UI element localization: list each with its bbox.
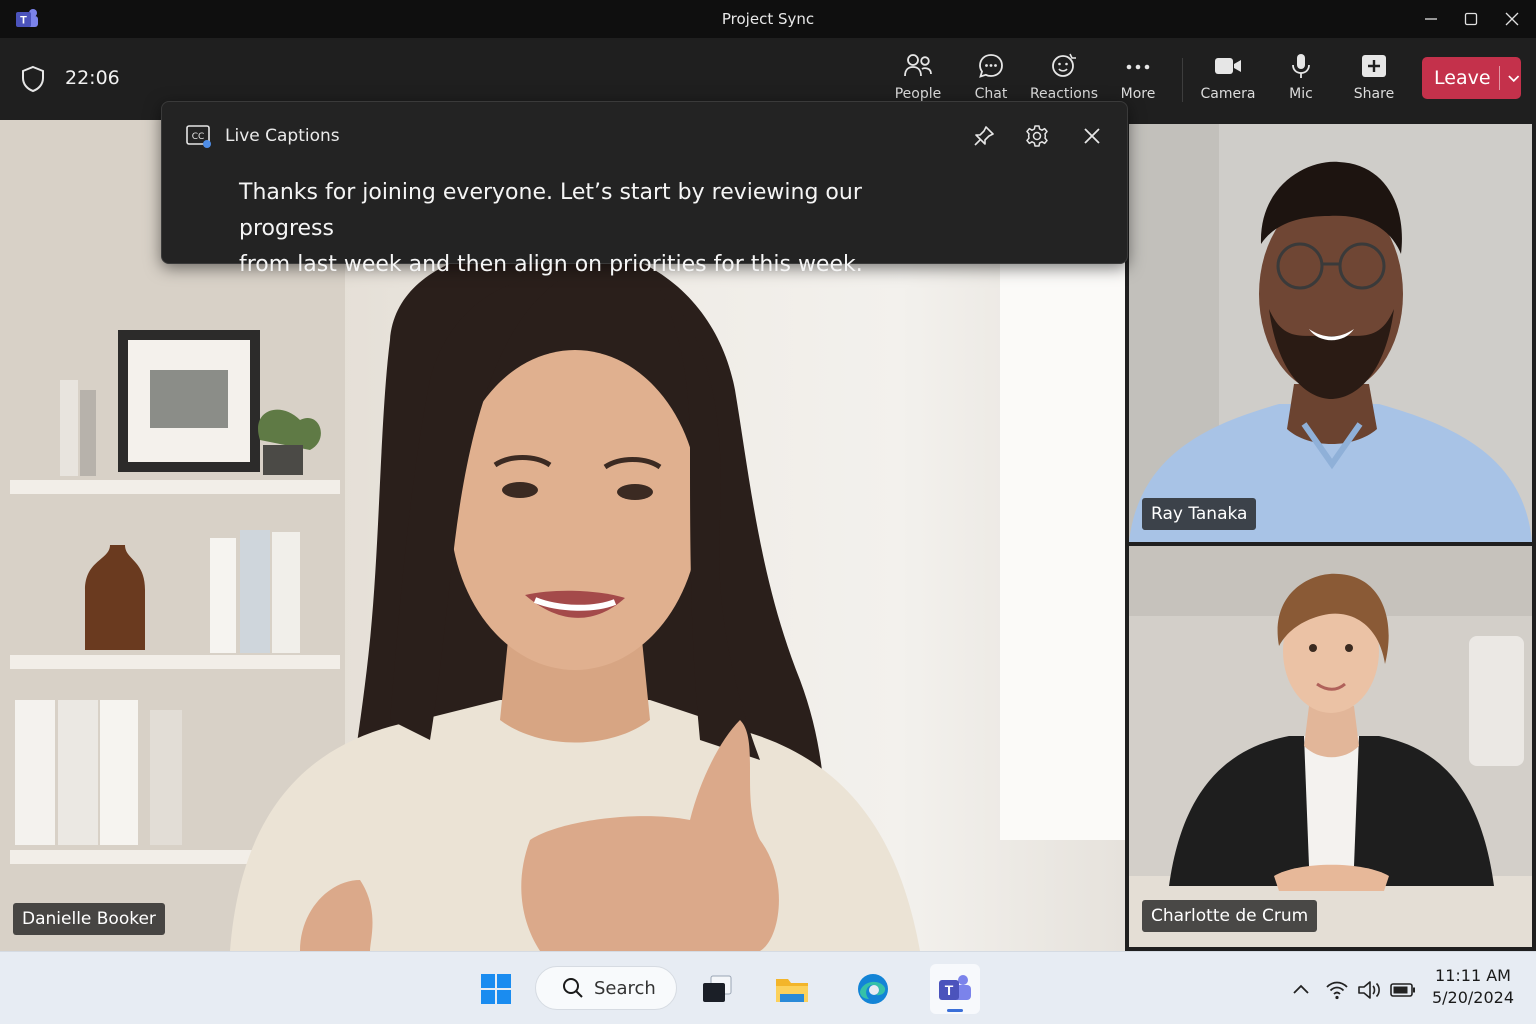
reactions-button[interactable]: Reactions [1024, 50, 1104, 108]
close-icon [1505, 12, 1519, 26]
file-explorer-icon [776, 979, 808, 1002]
chevron-up-icon [1293, 984, 1309, 994]
chat-label: Chat [974, 86, 1008, 102]
meeting-timer: 22:06 [65, 67, 120, 89]
reactions-icon [1052, 53, 1076, 77]
maximize-icon [1464, 12, 1478, 26]
charlotte-video [1129, 546, 1532, 947]
shield-icon[interactable] [20, 65, 46, 93]
caption-line-1: Thanks for joining everyone. Let’s start… [239, 180, 862, 241]
edge-icon [858, 974, 888, 1004]
close-icon [1084, 128, 1100, 144]
taskbar-search[interactable]: Search [535, 966, 677, 1010]
mic-label: Mic [1289, 86, 1313, 102]
leave-button[interactable]: Leave [1422, 57, 1521, 99]
mic-icon [1292, 54, 1310, 78]
start-button[interactable] [471, 964, 521, 1014]
caption-text: Thanks for joining everyone. Let’s start… [239, 175, 939, 283]
pin-icon [974, 126, 994, 146]
video-tile-ray[interactable]: Ray Tanaka [1129, 124, 1532, 542]
teams-taskbar-button[interactable]: T [930, 964, 980, 1014]
maximize-button[interactable] [1451, 0, 1491, 38]
battery-icon [1390, 983, 1415, 997]
toolbar-divider [1182, 58, 1183, 102]
search-icon [563, 978, 583, 998]
chat-button[interactable]: Chat [951, 50, 1031, 108]
teams-meeting-window: T Project Sync 22:06 People Chat Reactio… [0, 0, 1536, 1024]
svg-text:CC: CC [192, 132, 205, 142]
people-icon [904, 54, 932, 77]
participant-name-main: Danielle Booker [13, 903, 165, 935]
gear-icon [1026, 125, 1048, 147]
minimize-icon [1425, 18, 1437, 20]
share-button[interactable]: Share [1334, 50, 1414, 108]
more-icon [1126, 64, 1150, 70]
chat-icon [979, 54, 1003, 78]
minimize-button[interactable] [1411, 0, 1451, 38]
title-bar: T Project Sync [0, 0, 1536, 38]
chevron-down-icon[interactable] [1506, 70, 1522, 86]
pin-captions-button[interactable] [970, 122, 998, 150]
windows-start-icon [481, 974, 511, 1004]
battery-status[interactable] [1389, 976, 1417, 1004]
svg-text:T: T [945, 982, 954, 998]
window-title: Project Sync [721, 10, 815, 28]
search-label: Search [594, 977, 656, 999]
clock-date: 5/20/2024 [1431, 988, 1515, 1007]
video-tile-charlotte[interactable]: Charlotte de Crum [1129, 546, 1532, 947]
captions-settings-button[interactable] [1023, 122, 1051, 150]
file-explorer-button[interactable] [767, 964, 817, 1014]
task-view-button[interactable] [692, 964, 742, 1014]
clock-time: 11:11 AM [1435, 966, 1511, 985]
caption-line-2: from last week and then align on priorit… [239, 252, 863, 277]
mic-button[interactable]: Mic [1261, 50, 1341, 108]
cc-icon: CC [186, 125, 211, 148]
participant-name-ray: Ray Tanaka [1142, 498, 1257, 530]
teams-icon: T [939, 975, 971, 1000]
camera-button[interactable]: Camera [1188, 50, 1268, 108]
edge-browser-button[interactable] [848, 964, 898, 1014]
close-captions-button[interactable] [1078, 122, 1106, 150]
volume-icon [1358, 981, 1380, 999]
share-label: Share [1353, 86, 1395, 102]
leave-divider [1498, 66, 1500, 90]
leave-label: Leave [1434, 67, 1491, 89]
wifi-status[interactable] [1323, 976, 1351, 1004]
people-label: People [894, 86, 942, 102]
more-label: More [1120, 86, 1156, 102]
wifi-icon [1326, 981, 1348, 1000]
volume-status[interactable] [1356, 976, 1384, 1004]
camera-icon [1215, 58, 1241, 74]
taskbar-clock[interactable]: 11:11 AM 5/20/2024 [1420, 966, 1526, 1007]
camera-label: Camera [1200, 86, 1256, 102]
task-view-icon [703, 975, 732, 1002]
show-hidden-icons-button[interactable] [1287, 976, 1315, 1004]
share-icon [1362, 55, 1386, 77]
participant-name-charlotte: Charlotte de Crum [1142, 900, 1318, 932]
close-window-button[interactable] [1492, 0, 1532, 38]
reactions-label: Reactions [1029, 86, 1099, 102]
windows-taskbar: Search T 11:11 AM 5/20/2024 [0, 951, 1536, 1024]
ray-video [1129, 124, 1532, 542]
people-button[interactable]: People [878, 50, 958, 108]
live-captions-panel: CC Live Captions Thanks for joining ever… [161, 101, 1128, 277]
more-button[interactable]: More [1098, 50, 1178, 108]
captions-title: Live Captions [225, 126, 340, 146]
